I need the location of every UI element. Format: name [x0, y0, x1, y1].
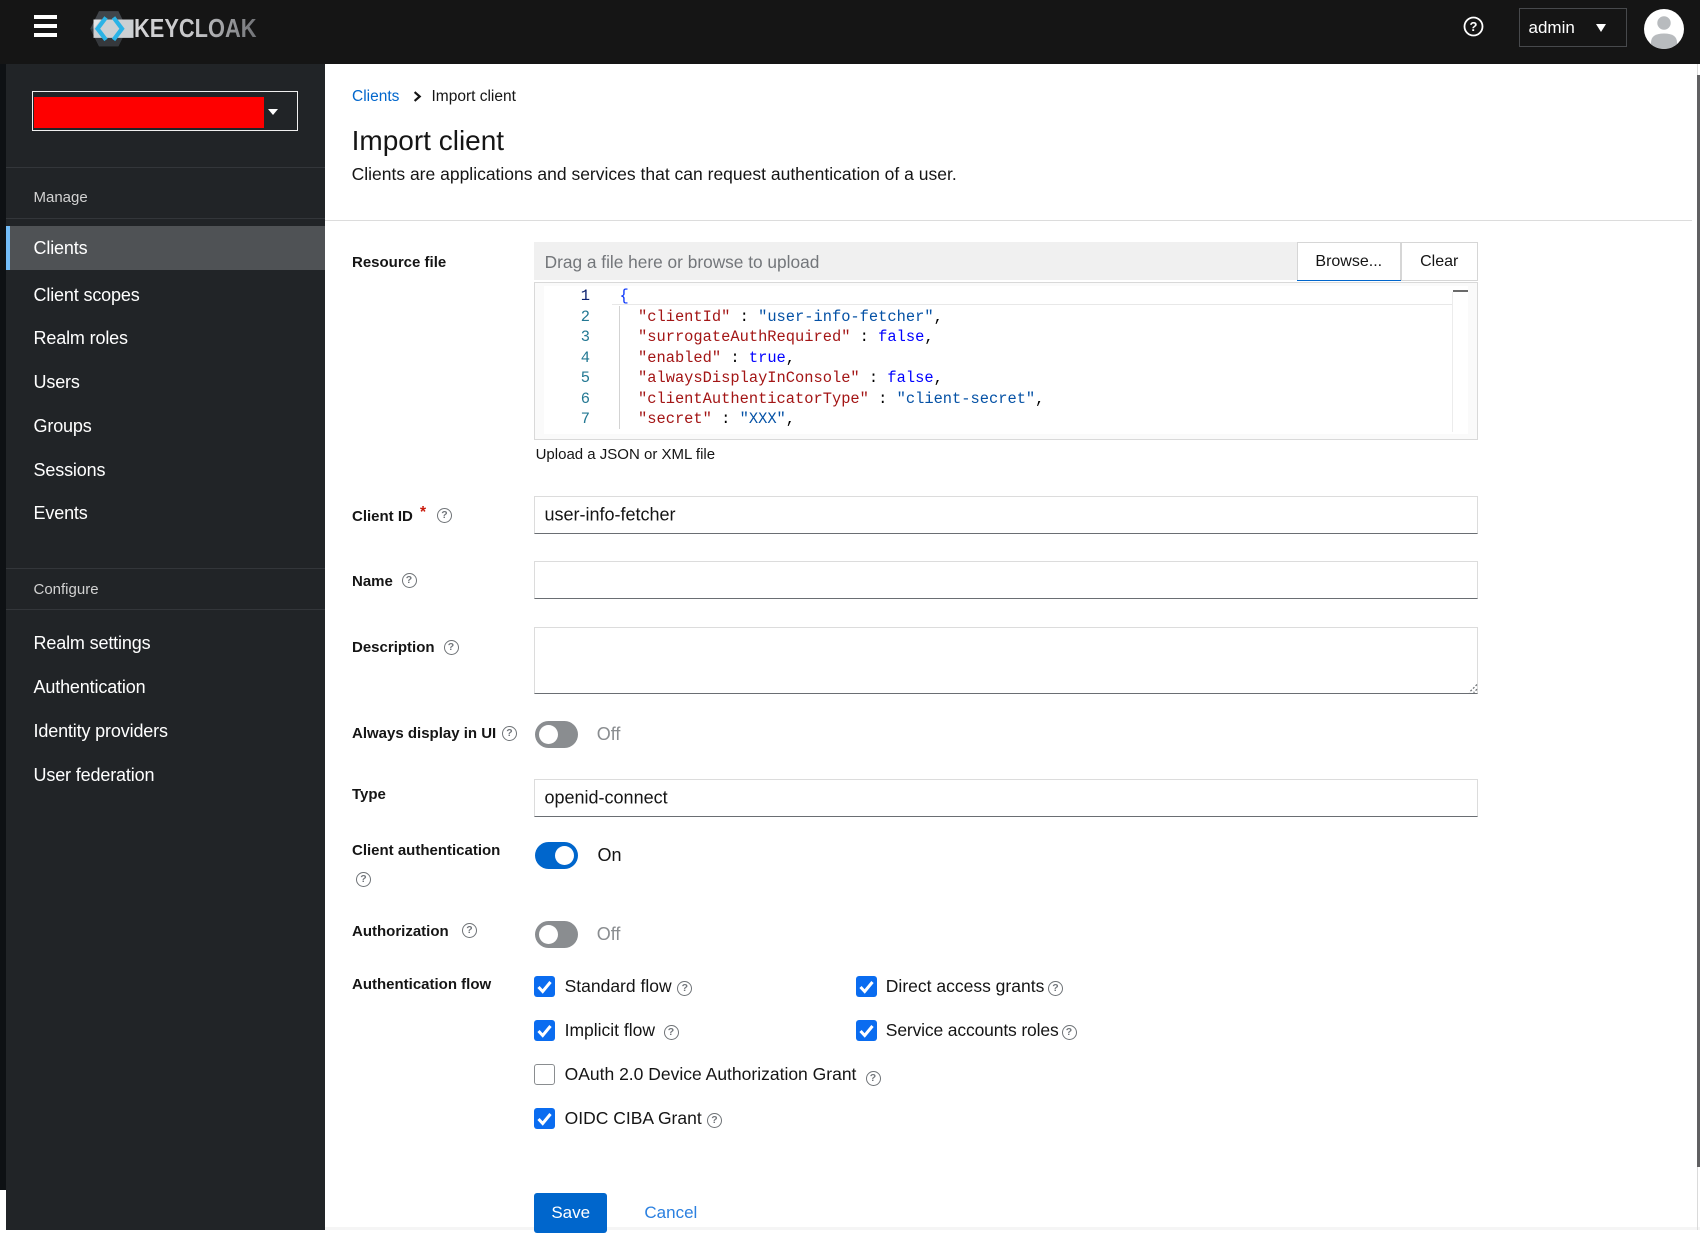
- svg-text:?: ?: [1470, 19, 1478, 34]
